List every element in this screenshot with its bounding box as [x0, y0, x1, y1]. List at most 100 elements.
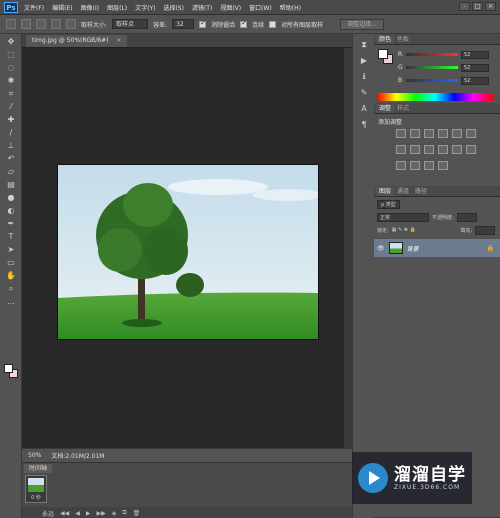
blue-value-input[interactable]: 52 — [461, 76, 489, 85]
tween-icon[interactable]: ◈ — [112, 510, 117, 517]
vibrance-icon[interactable] — [452, 129, 462, 138]
channel-mixer-icon[interactable] — [438, 145, 448, 154]
clone-stamp-tool-icon[interactable]: ⊥ — [4, 141, 18, 151]
add-selection-icon[interactable] — [36, 19, 46, 29]
foreground-color-swatch[interactable] — [4, 364, 13, 373]
blue-slider[interactable] — [406, 79, 458, 82]
marquee-tool-icon[interactable]: ⬚ — [4, 50, 18, 60]
loop-select[interactable]: 永远 — [42, 509, 54, 518]
gradient-tool-icon[interactable]: ▤ — [4, 180, 18, 190]
menu-file[interactable]: 文件(F) — [24, 3, 44, 12]
gradient-map-icon[interactable] — [424, 161, 434, 170]
history-brush-tool-icon[interactable]: ↶ — [4, 154, 18, 164]
hand-tool-icon[interactable]: ✋ — [4, 271, 18, 281]
maximize-button[interactable]: □ — [472, 2, 483, 11]
posterize-icon[interactable] — [396, 161, 406, 170]
color-spectrum[interactable] — [377, 93, 493, 101]
wand-tool-preset-icon[interactable] — [6, 19, 16, 29]
eyedropper-tool-icon[interactable]: ⁄ — [4, 102, 18, 112]
subtract-selection-icon[interactable] — [51, 19, 61, 29]
tab-color[interactable]: 颜色 — [376, 35, 395, 44]
healing-brush-tool-icon[interactable]: ✚ — [4, 115, 18, 125]
levels-icon[interactable] — [410, 129, 420, 138]
history-icon[interactable]: ⧗ — [358, 40, 370, 50]
color-balance-icon[interactable] — [396, 145, 406, 154]
magic-wand-tool-icon[interactable]: ✱ — [4, 76, 18, 86]
menu-image[interactable]: 图像(I) — [81, 3, 99, 12]
timeline-tab[interactable]: 时间轴 — [24, 464, 53, 473]
layer-filter-select[interactable]: ρ 类型 — [377, 200, 400, 209]
menu-filter[interactable]: 滤镜(T) — [192, 3, 212, 12]
threshold-icon[interactable] — [410, 161, 420, 170]
play-icon[interactable]: ▶ — [86, 510, 91, 517]
tab-channels[interactable]: 通道 — [394, 187, 412, 196]
character-icon[interactable]: A — [358, 104, 370, 114]
move-tool-icon[interactable]: ✥ — [4, 37, 18, 47]
paragraph-icon[interactable]: ¶ — [358, 120, 370, 130]
intersect-selection-icon[interactable] — [66, 19, 76, 29]
hue-saturation-icon[interactable] — [466, 129, 476, 138]
contiguous-checkbox[interactable] — [240, 19, 248, 28]
red-value-input[interactable]: 52 — [461, 50, 489, 59]
tolerance-input[interactable]: 32 — [172, 19, 195, 29]
brightness-icon[interactable] — [396, 129, 406, 138]
menu-type[interactable]: 文字(Y) — [135, 3, 155, 12]
frame-delay[interactable]: 0 秒 — [27, 494, 45, 501]
black-white-icon[interactable] — [410, 145, 420, 154]
opacity-input[interactable] — [456, 212, 477, 222]
menu-window[interactable]: 窗口(W) — [249, 3, 272, 12]
more-tools-icon[interactable]: … — [4, 297, 18, 307]
canvas-scrollbar[interactable] — [344, 48, 352, 448]
document-size-info[interactable]: 文档:2.01M/2.01M — [51, 451, 104, 460]
exposure-icon[interactable] — [438, 129, 448, 138]
tab-layers[interactable]: 图层 — [376, 187, 395, 196]
eraser-tool-icon[interactable]: ▱ — [4, 167, 18, 177]
lasso-tool-icon[interactable]: ◌ — [4, 63, 18, 73]
path-selection-tool-icon[interactable]: ➤ — [4, 245, 18, 255]
zoom-tool-icon[interactable]: ⌕ — [4, 284, 18, 294]
blur-tool-icon[interactable]: ● — [4, 193, 18, 203]
actions-icon[interactable]: ▶ — [358, 56, 370, 66]
menu-layer[interactable]: 图层(L) — [107, 3, 127, 12]
first-frame-icon[interactable]: ◀◀ — [60, 510, 69, 517]
sample-all-layers-checkbox[interactable] — [269, 20, 277, 28]
previous-frame-icon[interactable]: ◀ — [75, 510, 80, 517]
tab-adjustments[interactable]: 调整 — [376, 104, 395, 113]
lock-icons[interactable]: ▦ ✎ ✥ 🔒 — [392, 227, 416, 233]
tab-swatches[interactable]: 色板 — [394, 35, 412, 44]
document-tab[interactable]: timg.jpg @ 50%(RGB/8#) × — [26, 35, 128, 47]
panel-foreground-swatch[interactable] — [378, 49, 388, 59]
tab-paths[interactable]: 路径 — [412, 187, 430, 196]
delete-frame-icon[interactable]: 🗑 — [133, 510, 141, 517]
menu-select[interactable]: 选择(S) — [163, 3, 184, 12]
dodge-tool-icon[interactable]: ◐ — [4, 206, 18, 216]
document-image[interactable] — [57, 164, 319, 340]
green-value-input[interactable]: 52 — [461, 63, 489, 72]
shape-tool-icon[interactable]: ▭ — [4, 258, 18, 268]
color-lookup-icon[interactable] — [452, 145, 462, 154]
duplicate-frame-icon[interactable]: ⧉ — [122, 509, 126, 517]
photo-filter-icon[interactable] — [424, 145, 434, 154]
brush-tool-icon[interactable]: / — [4, 128, 18, 138]
zoom-level[interactable]: 50% — [28, 452, 41, 459]
refine-edge-button[interactable]: 调整边缘... — [340, 18, 384, 30]
layer-name[interactable]: 背景 — [407, 244, 419, 253]
tab-styles[interactable]: 样式 — [394, 104, 412, 113]
type-tool-icon[interactable]: T — [4, 232, 18, 242]
close-button[interactable]: × — [485, 2, 496, 11]
curves-icon[interactable] — [424, 129, 434, 138]
selective-color-icon[interactable] — [438, 161, 448, 170]
menu-edit[interactable]: 编辑(E) — [52, 3, 72, 12]
visibility-eye-icon[interactable]: 👁 — [377, 245, 385, 252]
anti-alias-checkbox[interactable] — [199, 19, 207, 28]
animation-frame[interactable]: 0 秒 — [25, 475, 47, 503]
crop-tool-icon[interactable]: ⌗ — [4, 89, 18, 99]
blend-mode-select[interactable]: 正常 — [377, 212, 429, 222]
new-selection-icon[interactable] — [21, 19, 31, 29]
minimize-button[interactable]: - — [459, 2, 470, 11]
brush-presets-icon[interactable]: ✎ — [358, 88, 370, 98]
invert-icon[interactable] — [466, 145, 476, 154]
layer-row[interactable]: 👁 背景 🔒 — [374, 239, 500, 257]
pen-tool-icon[interactable]: ✒ — [4, 219, 18, 229]
menu-help[interactable]: 帮助(H) — [280, 3, 301, 12]
